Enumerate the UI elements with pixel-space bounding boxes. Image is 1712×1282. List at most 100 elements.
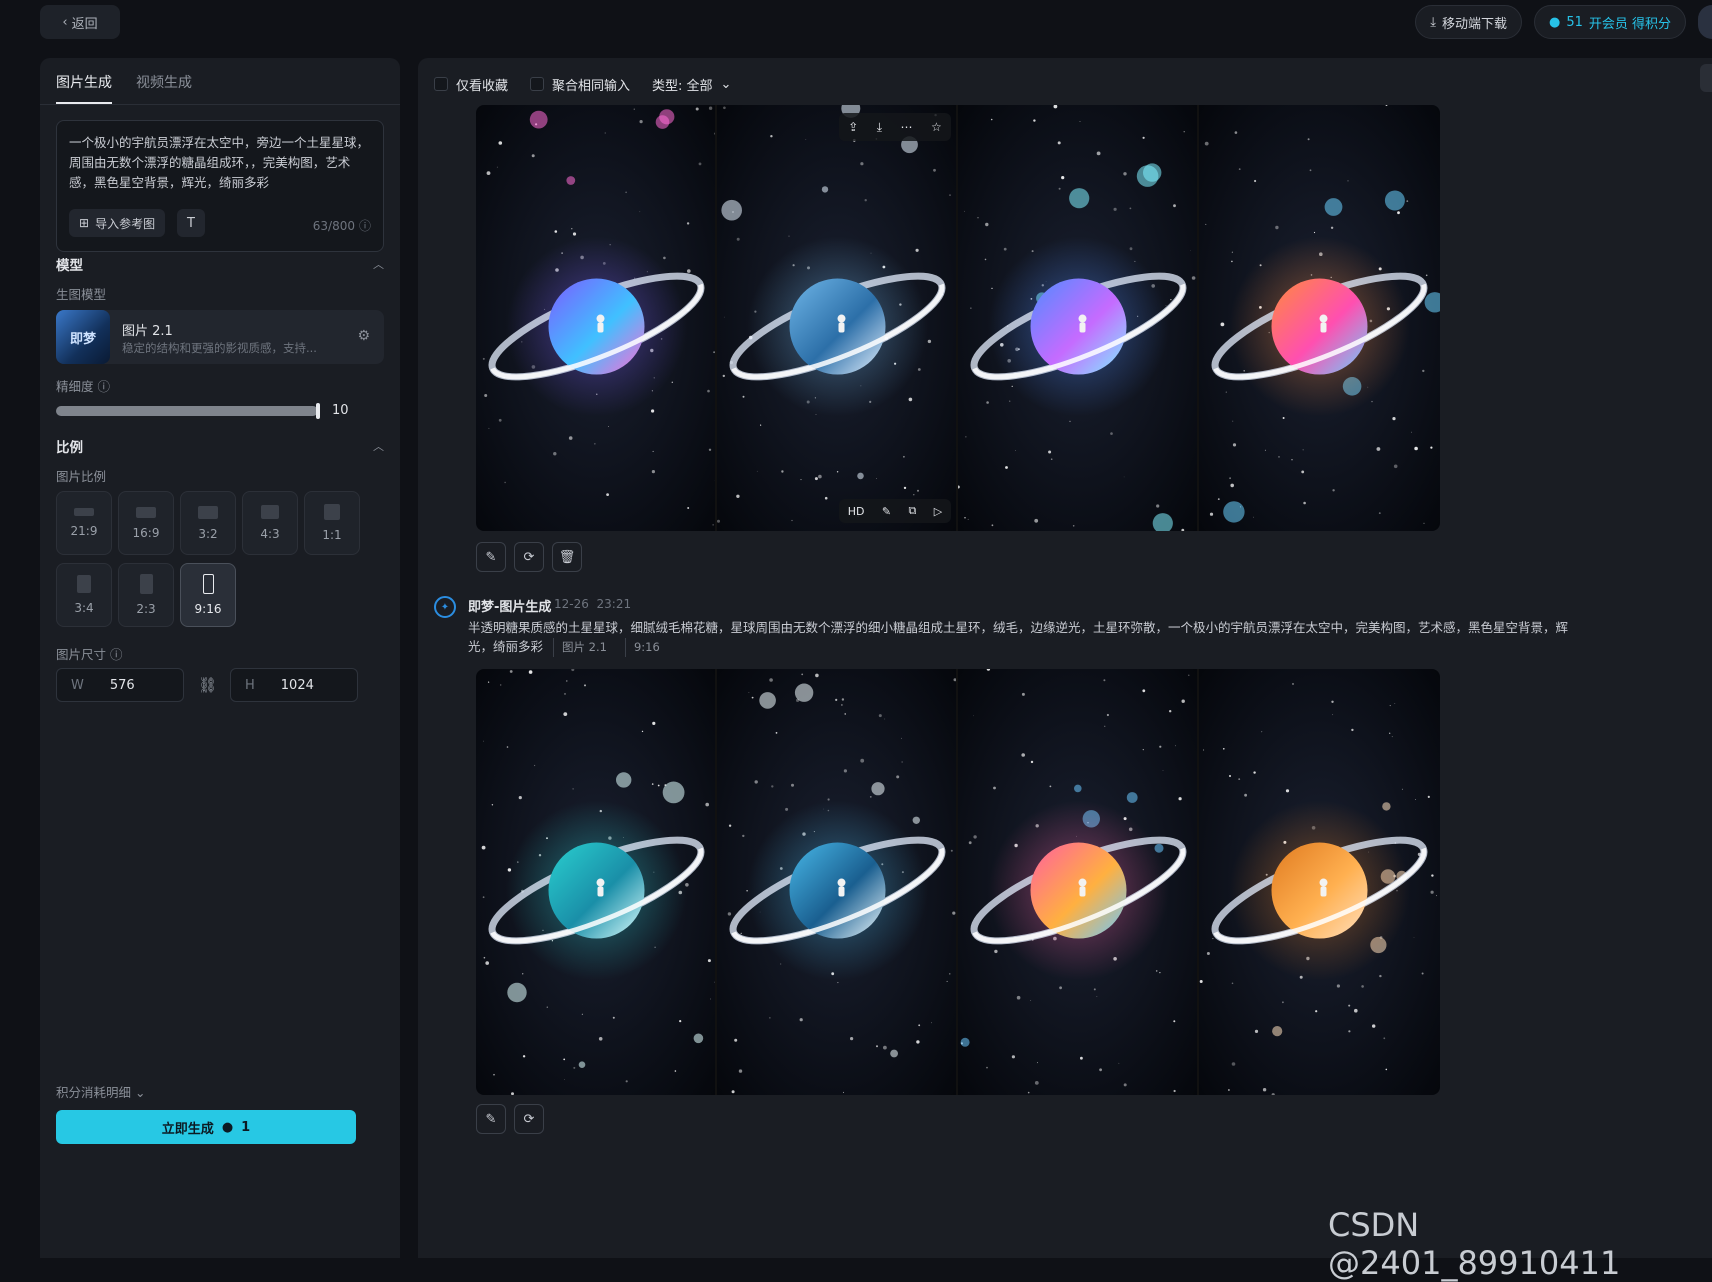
height-field[interactable]: H 1024 <box>230 668 358 702</box>
mode-tabs: 图片生成 视频生成 <box>56 72 192 104</box>
text-format-button[interactable]: T <box>177 209 205 237</box>
generated-image[interactable]: ⇪ ⤓ ⋯ ☆ HD ✎ ⧉ ▷ <box>717 105 958 531</box>
credits-pill[interactable]: ● 51 开会员 得积分 <box>1533 5 1686 39</box>
credit-coin-icon: ● <box>221 1119 234 1135</box>
share-icon[interactable]: ⇪ <box>848 120 858 134</box>
cost-details-toggle[interactable]: 积分消耗明细 ⌄ <box>56 1082 145 1101</box>
ratio-label: 3:2 <box>198 526 218 541</box>
row-2-actions: ✎ ⟳ <box>476 1104 544 1134</box>
image-import-icon: ⊞ <box>79 216 90 230</box>
info-icon[interactable]: ⓘ <box>98 376 111 395</box>
expand-icon[interactable]: ⧉ <box>909 504 917 518</box>
ratio-label: 4:3 <box>260 527 280 541</box>
ratio-label: 16:9 <box>132 525 160 540</box>
image-hover-toolbar: ⇪ ⤓ ⋯ ☆ <box>839 113 951 141</box>
ratio-shape-icon <box>198 505 218 519</box>
mobile-download-button[interactable]: ⤓ 移动端下载 <box>1415 5 1522 39</box>
model-description: 稳定的结构和更强的影视质感，支持... <box>122 341 317 355</box>
video-icon[interactable]: ▷ <box>934 505 942 518</box>
model-tag: 图片 2.1 <box>553 638 615 657</box>
ratio-option-4-3[interactable]: 4:3 <box>242 491 298 555</box>
ratio-label: 9:16 <box>194 602 222 616</box>
space-planet-illustration <box>958 669 1197 1095</box>
edit-button[interactable]: ✎ <box>476 542 506 572</box>
magic-edit-icon[interactable]: ✎ <box>882 505 891 518</box>
top-right-actions: ⤓ 移动端下载 ● 51 开会员 得积分 <box>1415 5 1712 39</box>
generated-image[interactable] <box>958 669 1199 1095</box>
ratio-option-16-9[interactable]: 16:9 <box>118 491 174 555</box>
panel-toggle[interactable] <box>1700 64 1712 92</box>
info-icon[interactable]: ⓘ <box>110 644 123 663</box>
generated-image[interactable] <box>476 105 717 531</box>
space-planet-illustration <box>717 105 956 531</box>
model-selector[interactable]: 即梦 图片 2.1 稳定的结构和更强的影视质感，支持... ⚙ <box>56 310 384 364</box>
space-planet-illustration <box>476 105 715 531</box>
ratio-shape-icon <box>139 574 153 594</box>
generated-image[interactable] <box>717 669 958 1095</box>
regenerate-button[interactable]: ⟳ <box>514 542 544 572</box>
tab-video-generation[interactable]: 视频生成 <box>136 72 192 104</box>
ratio-option-3-4[interactable]: 3:4 <box>56 563 112 627</box>
generated-image[interactable] <box>958 105 1199 531</box>
favorites-only-checkbox[interactable]: 仅看收藏 <box>434 75 508 94</box>
delete-button[interactable]: 🗑 <box>552 542 582 572</box>
hd-upscale-button[interactable]: HD <box>848 505 865 518</box>
chevron-down-icon: ⌄ <box>135 1085 146 1100</box>
width-field[interactable]: W 576 <box>56 668 184 702</box>
back-label: 返回 <box>71 16 98 32</box>
more-icon[interactable]: ⋯ <box>901 120 913 134</box>
detail-slider[interactable] <box>56 403 320 419</box>
credits-count: 51 <box>1566 14 1583 30</box>
generation-prompt: 半透明糖果质感的土星星球，细腻绒毛棉花糖，星球周围由无数个漂浮的细小糖晶组成土星… <box>468 618 1588 657</box>
pencil-icon: ✎ <box>485 549 497 565</box>
space-planet-illustration <box>1199 669 1440 1095</box>
model-thumbnail: 即梦 <box>56 310 110 364</box>
avatar[interactable] <box>1698 5 1712 39</box>
regenerate-button[interactable]: ⟳ <box>514 1104 544 1134</box>
merge-inputs-checkbox[interactable]: 聚合相同输入 <box>530 75 630 94</box>
type-filter-dropdown[interactable]: 类型: 全部 ⌄ <box>652 75 731 94</box>
prompt-text[interactable]: 一个极小的宇航员漂浮在太空中，旁边一个土星星球，周围由无数个漂浮的糖晶组成环，，… <box>69 133 369 193</box>
collapse-model-icon[interactable]: ︿ <box>373 256 384 272</box>
filter-bar: 仅看收藏 聚合相同输入 类型: 全部 ⌄ <box>418 66 1712 102</box>
ratio-label: 21:9 <box>70 524 98 538</box>
space-planet-illustration <box>1199 105 1440 531</box>
tab-image-generation[interactable]: 图片生成 <box>56 72 112 104</box>
ratio-option-2-3[interactable]: 2:3 <box>118 563 174 627</box>
size-label: 图片尺寸 ⓘ <box>56 644 123 663</box>
refresh-icon: ⟳ <box>523 549 535 565</box>
import-reference-button[interactable]: ⊞ 导入参考图 <box>69 209 166 237</box>
generated-image[interactable] <box>1199 669 1440 1095</box>
ratio-option-9-16[interactable]: 9:16 <box>180 563 236 627</box>
back-button[interactable]: ‹ 返回 <box>40 5 120 39</box>
ratio-section-title: 比例 <box>56 440 83 456</box>
detail-value: 10 <box>332 403 349 418</box>
slider-handle[interactable] <box>316 403 320 419</box>
credit-coin-icon: ● <box>1548 14 1561 30</box>
ratio-shape-icon <box>74 508 94 516</box>
space-planet-illustration <box>717 669 956 1095</box>
prompt-input[interactable]: 一个极小的宇航员漂浮在太空中，旁边一个土星星球，周围由无数个漂浮的糖晶组成环，，… <box>56 120 384 252</box>
link-ratio-icon[interactable]: ⛓ <box>198 676 217 694</box>
divider <box>40 104 400 105</box>
ratio-label: 1:1 <box>322 528 342 542</box>
ratio-option-1-1[interactable]: 1:1 <box>304 491 360 555</box>
sliders-icon[interactable]: ⚙ <box>357 328 370 344</box>
ratio-option-21-9[interactable]: 21:9 <box>56 491 112 555</box>
detail-label: 精细度 ⓘ <box>56 376 110 395</box>
vip-link[interactable]: 开会员 得积分 <box>1589 13 1671 32</box>
generated-image[interactable] <box>1199 105 1440 531</box>
edit-button[interactable]: ✎ <box>476 1104 506 1134</box>
ratio-option-3-2[interactable]: 3:2 <box>180 491 236 555</box>
info-icon[interactable]: ⓘ <box>359 217 371 234</box>
generated-image[interactable] <box>476 669 717 1095</box>
download-icon: ⤓ <box>1430 14 1436 30</box>
star-icon[interactable]: ☆ <box>931 120 942 134</box>
collapse-ratio-icon[interactable]: ︿ <box>373 438 384 454</box>
ratio-label: 3:4 <box>74 601 94 615</box>
download-icon[interactable]: ⤓ <box>877 120 882 135</box>
generation-title: 即梦-图片生成 <box>468 600 552 615</box>
generate-button[interactable]: 立即生成 ● 1 <box>56 1110 356 1144</box>
pencil-icon: ✎ <box>485 1111 497 1127</box>
refresh-icon: ⟳ <box>523 1111 535 1127</box>
